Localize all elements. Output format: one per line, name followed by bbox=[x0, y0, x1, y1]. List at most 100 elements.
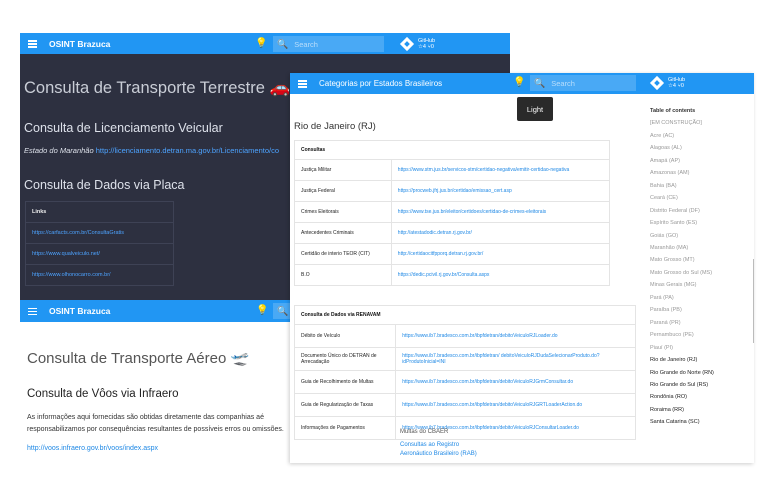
table-header: Links bbox=[25, 201, 174, 223]
toc-item[interactable]: Santa Catarina (SC) bbox=[650, 416, 714, 428]
table-row: B.O https://dedic.pcivil.rj.gov.br/Consul… bbox=[294, 264, 611, 286]
row-link[interactable]: https://www.ib7.bradesco.com.br/ibpfdetr… bbox=[395, 393, 636, 417]
table-link[interactable]: https://carfacts.com.br/ConsultaGratis bbox=[25, 222, 174, 244]
paragraph-infraero: As informações aqui fornecidas são obtid… bbox=[27, 414, 284, 433]
row-link[interactable]: https://www.ib7.bradesco.com.br/ibpfdetr… bbox=[395, 324, 636, 348]
toc-item[interactable]: Rio de Janeiro (RJ) bbox=[650, 354, 714, 366]
row-label: Justiça Federal bbox=[294, 180, 392, 202]
row-label: Antecedentes Criminais bbox=[294, 222, 392, 244]
table-header: Consultas bbox=[294, 140, 610, 160]
table-row: Justiça Federal https://procweb.jfrj.jus.… bbox=[294, 180, 611, 202]
toc-item[interactable]: Distrito Federal (DF) bbox=[650, 205, 714, 217]
section-heading-infraero: Consulta de Vôos via Infraero bbox=[27, 388, 179, 400]
row-link[interactable]: https://www.tse.jus.br/eleitor/certidoes… bbox=[390, 201, 611, 223]
toc-item[interactable]: Rio Grande do Norte (RN) bbox=[650, 367, 714, 379]
toc-item[interactable]: Pernambuco (PE) bbox=[650, 329, 714, 341]
menu-icon[interactable] bbox=[28, 307, 37, 315]
table-row: Guia de Regularização de Taxas https://ww… bbox=[293, 393, 636, 417]
search-input[interactable]: 🔍 Search bbox=[273, 36, 384, 52]
page-title: Consulta de Transporte Aéreo 🛫 bbox=[27, 350, 250, 367]
row-label: Guia de Recolhimento de Multas bbox=[293, 370, 397, 394]
row-label: Informações de Pagamentos bbox=[293, 416, 397, 440]
table-row: Informações de Pagamentos https://www.ib7… bbox=[293, 416, 636, 440]
row-link[interactable]: https://procweb.jfrj.jus.br/certidao/emi… bbox=[390, 180, 611, 202]
toc-item[interactable]: Paraná (PR) bbox=[650, 317, 714, 329]
lightbulb-icon[interactable]: 💡 bbox=[513, 77, 525, 88]
toc-item[interactable]: Piauí (PI) bbox=[650, 342, 714, 354]
theme-tooltip: Light bbox=[517, 97, 553, 121]
lightbulb-icon[interactable]: 💡 bbox=[255, 38, 267, 49]
search-icon: 🔍 bbox=[277, 38, 289, 49]
toc-item[interactable]: Alagoas (AL) bbox=[650, 142, 714, 154]
row-link[interactable]: https://www.stm.jus.br/servicos-stm/cert… bbox=[390, 159, 611, 181]
menu-icon[interactable] bbox=[28, 40, 37, 48]
infraero-link[interactable]: http://voos.infraero.gov.br/voos/index.a… bbox=[27, 445, 158, 452]
search-input[interactable]: 🔍 bbox=[273, 303, 290, 319]
paragraph-licenciamento: Estado do Maranhão http://licenciamento.… bbox=[24, 146, 280, 155]
table-link[interactable]: https://www.qualveiculo.net/ bbox=[25, 243, 174, 265]
toc-item[interactable]: Rondônia (RO) bbox=[650, 391, 714, 403]
table-row: Justiça Militar https://www.stm.jus.br/se… bbox=[294, 159, 611, 181]
toc-item[interactable]: Bahia (BA) bbox=[650, 180, 714, 192]
window-categorias-estados: Categorias por Estados Brasileiros 💡 🔍 S… bbox=[290, 73, 754, 463]
table-row: Crimes Eleitorais https://www.tse.jus.br/… bbox=[294, 201, 611, 223]
rab-link-line1[interactable]: Consultas ao Registro bbox=[400, 442, 459, 448]
toc-item[interactable]: Pará (PA) bbox=[650, 292, 714, 304]
state-heading: Rio de Janeiro (RJ) bbox=[294, 121, 376, 132]
top-bar: Categorias por Estados Brasileiros 💡 🔍 S… bbox=[290, 73, 754, 94]
toc-item[interactable]: Mato Grosso do Sul (MS) bbox=[650, 267, 714, 279]
table-link[interactable]: https://www.olhonocarro.com.br/ bbox=[25, 264, 174, 286]
toc-item[interactable]: Roraima (RR) bbox=[650, 404, 714, 416]
toc-item[interactable]: Mato Grosso (MT) bbox=[650, 254, 714, 266]
row-label: Guia de Regularização de Taxas bbox=[293, 393, 397, 417]
search-icon: 🔍 bbox=[534, 77, 546, 88]
github-icon bbox=[649, 75, 665, 91]
row-label: Justiça Militar bbox=[294, 159, 392, 181]
toc-item[interactable]: Amapá (AP) bbox=[650, 155, 714, 167]
row-link[interactable]: https://dedic.pcivil.rj.gov.br/Consulta.… bbox=[390, 264, 611, 286]
table-row: Certidão de interio TEOR (CIT) http://cer… bbox=[294, 243, 611, 265]
top-bar: OSINT Brazuca 💡 🔍 bbox=[20, 300, 290, 322]
toc-item[interactable]: Maranhão (MA) bbox=[650, 242, 714, 254]
github-icon bbox=[399, 36, 415, 52]
row-link[interactable]: http://certidaocitfpporq.detran.rj.gov.b… bbox=[390, 243, 611, 265]
row-label: Documento Único do DETRAN de Arrecadação bbox=[293, 347, 397, 371]
row-link[interactable]: https://www.ib7.bradesco.com.br/ibpfdetr… bbox=[395, 416, 636, 440]
toc-item[interactable]: Amazonas (AM) bbox=[650, 167, 714, 179]
row-link[interactable]: https://www.ib7.bradesco.com.br/ibpfdetr… bbox=[395, 370, 636, 394]
row-link[interactable]: https://www.ib7.bradesco.com.br/ibpfdetr… bbox=[395, 347, 636, 371]
rab-link-line2[interactable]: Aeronáutico Brasileiro (RAB) bbox=[400, 451, 477, 457]
row-link[interactable]: http://atestadodic.detran.rj.gov.br/ bbox=[390, 222, 611, 244]
site-title[interactable]: OSINT Brazuca bbox=[49, 306, 110, 316]
row-label: B.O bbox=[294, 264, 392, 286]
search-icon: 🔍 bbox=[277, 305, 289, 316]
row-label: Débito de Veículo bbox=[293, 324, 397, 348]
menu-icon[interactable] bbox=[298, 80, 307, 88]
toc-item[interactable]: Paraíba (PB) bbox=[650, 304, 714, 316]
site-title[interactable]: OSINT Brazuca bbox=[49, 39, 110, 49]
licenciamento-link[interactable]: http://licenciamento.detran.ma.gov.br/Li… bbox=[96, 146, 279, 155]
section-heading-licenciamento: Consulta de Licenciamento Veicular bbox=[24, 121, 223, 135]
toc-item[interactable]: [EM CONSTRUÇÃO] bbox=[650, 117, 714, 129]
row-label: Crimes Eleitorais bbox=[294, 201, 392, 223]
toc-item[interactable]: Minas Gerais (MG) bbox=[650, 279, 714, 291]
multas-text: Multas do CBAER bbox=[400, 429, 449, 435]
github-link[interactable]: GitHub ☆4 ⑂0 bbox=[399, 36, 435, 52]
page-title: Consulta de Transporte Terrestre 🚗 bbox=[24, 79, 291, 97]
consultas-table: Consultas Justiça Militar https://www.stm… bbox=[294, 140, 611, 286]
row-label: Certidão de interio TEOR (CIT) bbox=[294, 243, 392, 265]
toc-item[interactable]: Acre (AC) bbox=[650, 130, 714, 142]
links-table: Links https://carfacts.com.br/ConsultaGr… bbox=[25, 201, 174, 286]
github-link[interactable]: GitHub ☆4 ⑂0 bbox=[649, 75, 685, 91]
table-row: Documento Único do DETRAN de Arrecadação… bbox=[293, 347, 636, 371]
search-input[interactable]: 🔍 Search bbox=[530, 75, 636, 91]
table-row: Guia de Recolhimento de Multas https://ww… bbox=[293, 370, 636, 394]
scrollbar[interactable] bbox=[753, 259, 754, 343]
top-bar: OSINT Brazuca 💡 🔍 Search GitHub ☆4 ⑂0 bbox=[20, 33, 510, 54]
page-header-title: Categorias por Estados Brasileiros bbox=[319, 79, 443, 88]
toc-item[interactable]: Espírito Santo (ES) bbox=[650, 217, 714, 229]
toc-item[interactable]: Ceará (CE) bbox=[650, 192, 714, 204]
toc-item[interactable]: Goiás (GO) bbox=[650, 230, 714, 242]
lightbulb-icon[interactable]: 💡 bbox=[256, 305, 268, 316]
toc-item[interactable]: Rio Grande do Sul (RS) bbox=[650, 379, 714, 391]
